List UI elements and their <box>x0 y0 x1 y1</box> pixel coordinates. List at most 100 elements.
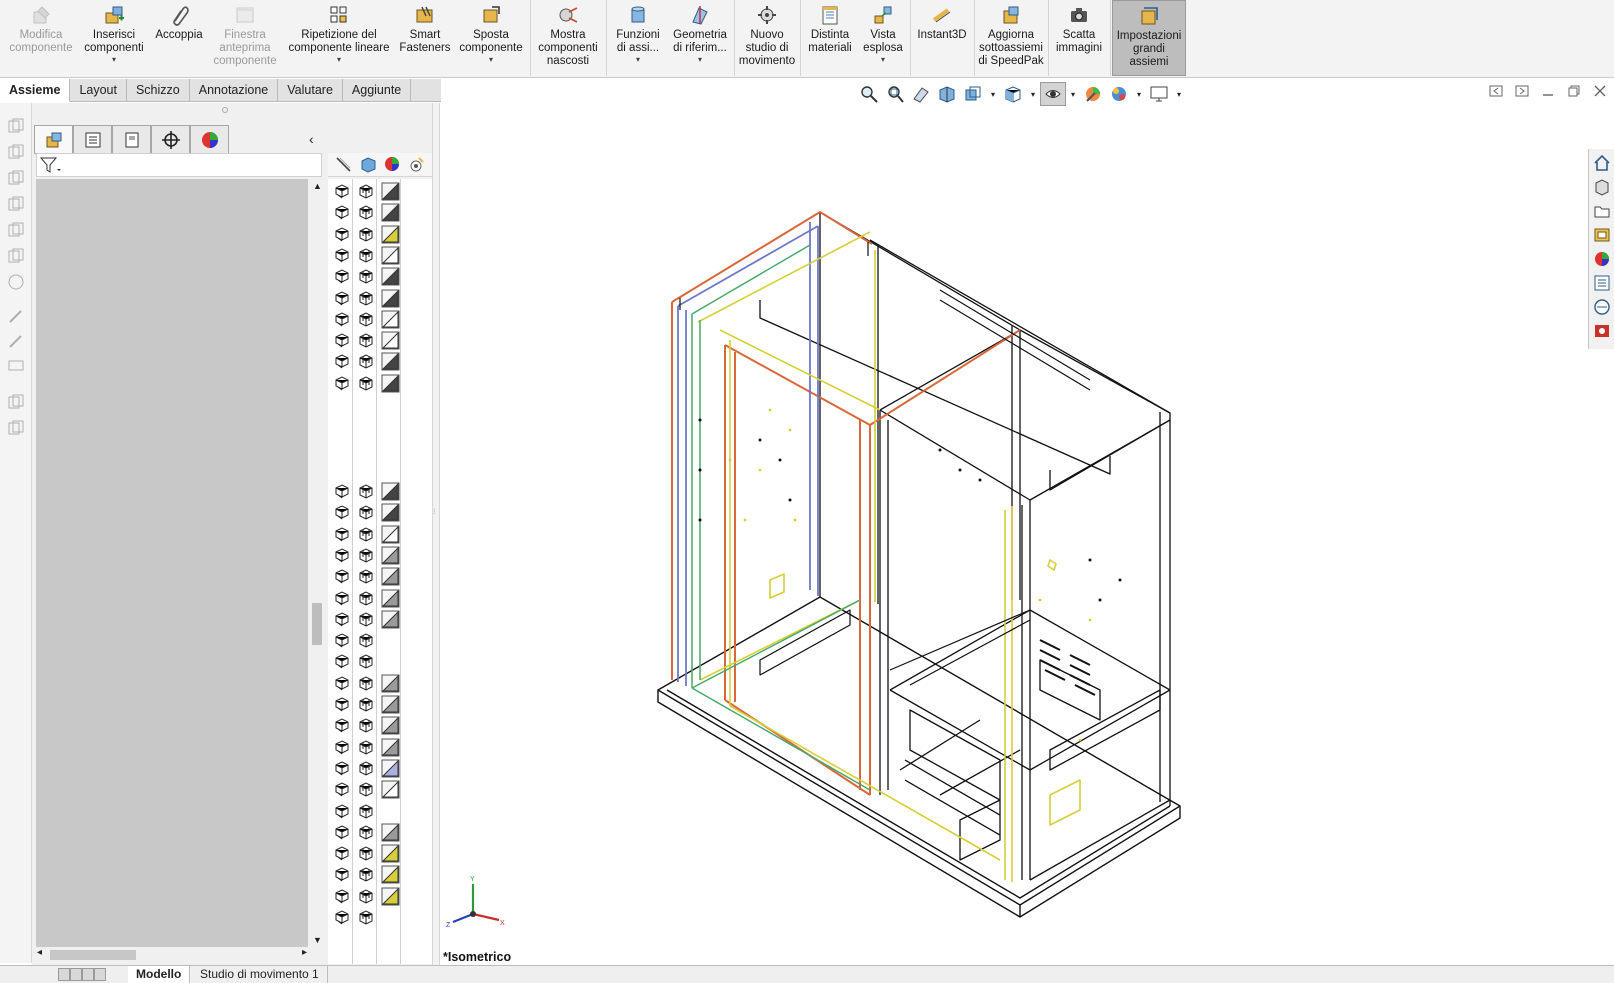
component-display-mode-icon[interactable] <box>357 738 376 757</box>
component-display-mode-icon[interactable] <box>357 374 376 393</box>
component-display-mode-icon[interactable] <box>357 908 376 927</box>
component-appearance-icon[interactable] <box>381 716 400 735</box>
component-visibility-icon[interactable] <box>333 716 352 735</box>
component-display-row[interactable] <box>328 801 432 822</box>
component-display-mode-icon[interactable] <box>357 267 376 286</box>
component-appearance-icon[interactable] <box>381 310 400 329</box>
component-display-mode-icon[interactable] <box>357 546 376 565</box>
component-visibility-icon[interactable] <box>333 759 352 778</box>
component-visibility-icon[interactable] <box>333 525 352 544</box>
splitter-grip-icon[interactable]: ⁝ <box>433 507 436 516</box>
show-hidden-components-button[interactable]: Mostra componenti nascosti <box>533 0 603 76</box>
scroll-left-icon[interactable]: ◂ <box>37 947 42 958</box>
component-display-mode-icon[interactable] <box>357 631 376 650</box>
tab-annotazione[interactable]: Annotazione <box>190 79 279 102</box>
component-display-mode-icon[interactable] <box>357 203 376 222</box>
insert-components-button[interactable]: Inserisci componenti ▾ <box>80 0 148 76</box>
scroll-right-icon[interactable]: ▸ <box>302 947 307 958</box>
component-visibility-icon[interactable] <box>333 246 352 265</box>
scroll-down-icon[interactable]: ▼ <box>313 935 322 945</box>
component-visibility-icon[interactable] <box>333 802 352 821</box>
component-visibility-icon[interactable] <box>333 844 352 863</box>
tab-aggiunte[interactable]: Aggiunte <box>343 79 412 102</box>
graphics-area[interactable]: ▾ ▾ ▾ ▾ ▾ <box>441 79 1614 965</box>
component-display-mode-icon[interactable] <box>357 716 376 735</box>
component-display-row[interactable] <box>328 266 432 287</box>
assembly-features-button[interactable]: Funzioni di assi... ▾ <box>608 0 668 76</box>
component-display-row[interactable] <box>328 737 432 758</box>
copy-icon[interactable] <box>7 419 25 437</box>
component-display-mode-icon[interactable] <box>357 695 376 714</box>
chevron-down-icon[interactable]: ▾ <box>112 56 116 64</box>
component-display-mode-icon[interactable] <box>357 289 376 308</box>
tab-valutare[interactable]: Valutare <box>278 79 343 102</box>
component-display-mode-icon[interactable] <box>357 503 376 522</box>
component-display-mode-icon[interactable] <box>357 802 376 821</box>
component-appearance-icon[interactable] <box>381 589 400 608</box>
smart-fasteners-button[interactable]: Smart Fasteners <box>396 0 454 76</box>
copy-icon[interactable] <box>7 143 25 161</box>
component-appearance-icon[interactable] <box>381 289 400 308</box>
copy-icon[interactable] <box>7 221 25 239</box>
component-display-mode-icon[interactable] <box>357 182 376 201</box>
component-visibility-icon[interactable] <box>333 865 352 884</box>
component-display-mode-icon[interactable] <box>357 674 376 693</box>
copy-icon[interactable] <box>7 247 25 265</box>
component-display-row[interactable] <box>328 715 432 736</box>
copy-icon[interactable] <box>7 195 25 213</box>
component-visibility-icon[interactable] <box>333 780 352 799</box>
component-appearance-icon[interactable] <box>381 246 400 265</box>
tab-motion-study-1[interactable]: Studio di movimento 1 <box>192 966 328 983</box>
tab-assieme[interactable]: Assieme <box>0 79 71 102</box>
component-display-row[interactable] <box>328 694 432 715</box>
bill-of-materials-button[interactable]: Distinta materiali <box>802 0 858 76</box>
component-display-mode-icon[interactable] <box>357 225 376 244</box>
component-display-mode-icon[interactable] <box>357 610 376 629</box>
component-visibility-icon[interactable] <box>333 652 352 671</box>
component-appearance-icon[interactable] <box>381 525 400 544</box>
component-display-row[interactable] <box>328 907 432 928</box>
scroll-thumb[interactable] <box>50 950 136 960</box>
scroll-up-icon[interactable]: ▲ <box>313 181 322 191</box>
transparency-icon[interactable] <box>407 155 426 174</box>
component-visibility-icon[interactable] <box>333 310 352 329</box>
component-display-row[interactable] <box>328 843 432 864</box>
component-display-row[interactable] <box>328 609 432 630</box>
tab-modello[interactable]: Modello <box>128 966 191 983</box>
previous-tab-icon[interactable] <box>70 968 82 981</box>
hide-show-icon[interactable] <box>334 155 353 174</box>
component-appearance-icon[interactable] <box>381 674 400 693</box>
component-visibility-icon[interactable] <box>333 567 352 586</box>
dimxpert-tab[interactable] <box>151 125 190 154</box>
component-visibility-icon[interactable] <box>333 631 352 650</box>
component-display-mode-icon[interactable] <box>357 780 376 799</box>
component-appearance-icon[interactable] <box>381 503 400 522</box>
configuration-manager-tab[interactable] <box>112 125 151 154</box>
monitor-icon[interactable] <box>7 358 25 376</box>
component-display-row[interactable] <box>328 373 432 394</box>
new-motion-study-button[interactable]: Nuovo studio di movimento <box>736 0 798 76</box>
tab-layout[interactable]: Layout <box>70 79 127 102</box>
component-display-mode-icon[interactable] <box>357 844 376 863</box>
component-display-row[interactable] <box>328 502 432 523</box>
chevron-down-icon[interactable]: ▾ <box>636 56 640 64</box>
linear-pattern-button[interactable]: Ripetizione del componente lineare ▾ <box>284 0 394 76</box>
last-tab-icon[interactable] <box>94 968 106 981</box>
component-visibility-icon[interactable] <box>333 225 352 244</box>
component-display-row[interactable] <box>328 245 432 266</box>
component-display-row[interactable] <box>328 651 432 672</box>
component-display-mode-icon[interactable] <box>357 482 376 501</box>
component-appearance-icon[interactable] <box>381 203 400 222</box>
component-visibility-icon[interactable] <box>333 289 352 308</box>
chevron-down-icon[interactable]: ▾ <box>698 56 702 64</box>
component-appearance-icon[interactable] <box>381 823 400 842</box>
component-display-mode-icon[interactable] <box>357 759 376 778</box>
component-display-row[interactable] <box>328 202 432 223</box>
tree-horizontal-scrollbar[interactable]: ◂ ▸ <box>36 947 308 963</box>
component-display-row[interactable] <box>328 351 432 372</box>
first-tab-icon[interactable] <box>58 968 70 981</box>
component-display-row[interactable] <box>328 822 432 843</box>
component-display-mode-icon[interactable] <box>357 246 376 265</box>
component-display-row[interactable] <box>328 758 432 779</box>
chevron-down-icon[interactable]: ▾ <box>337 56 341 64</box>
